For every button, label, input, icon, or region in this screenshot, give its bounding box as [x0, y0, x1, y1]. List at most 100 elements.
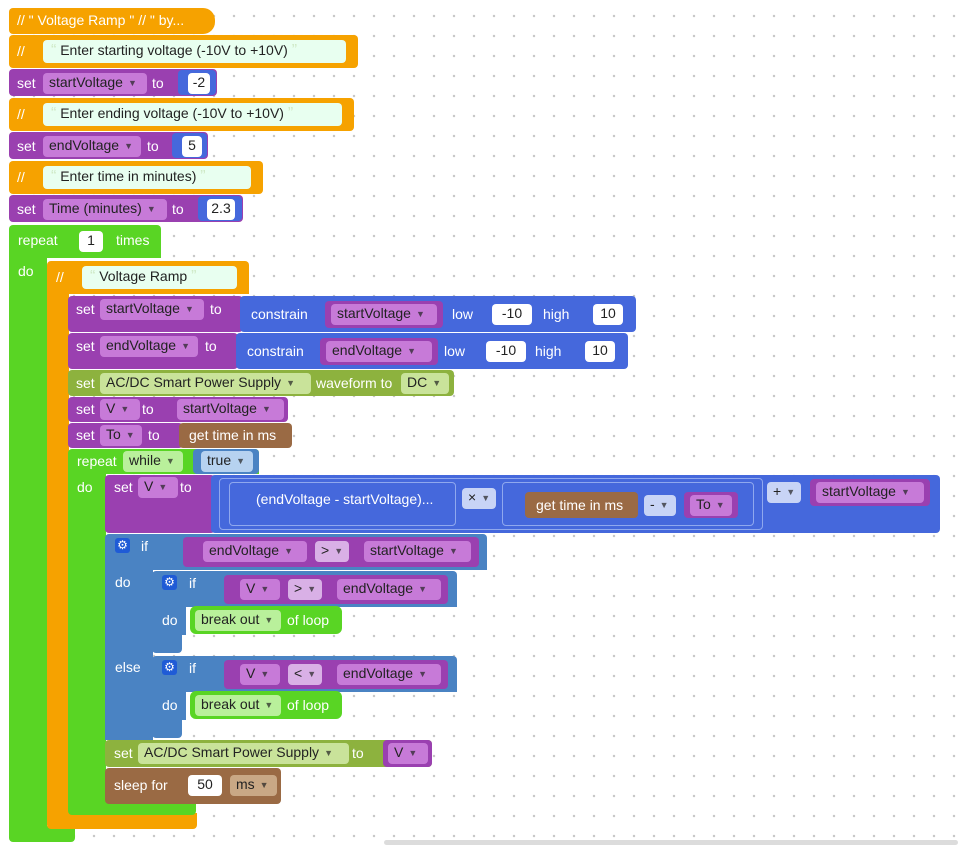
chevron-down-icon: ▼	[260, 669, 270, 679]
horizontal-scrollbar[interactable]	[384, 840, 958, 845]
high-value-field[interactable]: 10	[593, 304, 623, 325]
if-label: if	[141, 538, 148, 554]
var-dropdown-start-voltage[interactable]: startVoltage ▼	[364, 541, 471, 562]
if-block-foot	[152, 718, 182, 738]
comment-text: Enter starting voltage (-10V to +10V)	[60, 42, 288, 58]
if-block-foot	[152, 633, 182, 653]
quote-open-icon: “	[51, 105, 57, 122]
var-dropdown-v[interactable]: V ▼	[100, 399, 140, 420]
repeat-label: repeat	[77, 453, 117, 469]
time-value-field[interactable]: 2.3	[207, 199, 235, 220]
comment-string-voltage-ramp[interactable]: “ Voltage Ramp ”	[82, 266, 237, 289]
get-time-label: get time in ms	[189, 427, 277, 443]
quote-open-icon: “	[90, 268, 96, 285]
to-label: to	[148, 427, 160, 443]
do-label: do	[162, 697, 178, 713]
var-dropdown-v[interactable]: V ▼	[388, 743, 428, 764]
chevron-down-icon: ▼	[181, 341, 190, 351]
chevron-down-icon: ▼	[261, 404, 271, 414]
set-label: set	[76, 401, 95, 417]
var-dropdown-end-voltage[interactable]: endVoltage ▼	[100, 336, 198, 357]
gear-icon[interactable]: ⚙	[115, 538, 130, 553]
set-label: set	[76, 301, 95, 317]
high-value-field[interactable]: 10	[585, 341, 615, 362]
repeat-mode-dropdown[interactable]: while ▼	[123, 451, 183, 472]
var-dropdown-to[interactable]: To ▼	[690, 495, 732, 516]
var-dropdown-start-voltage[interactable]: startVoltage ▼	[100, 299, 204, 320]
chevron-down-icon: ▼	[432, 378, 442, 388]
var-dropdown-to[interactable]: To ▼	[100, 425, 142, 446]
var-dropdown-end-voltage[interactable]: endVoltage ▼	[203, 541, 307, 562]
var-dropdown-end-voltage[interactable]: endVoltage ▼	[337, 579, 441, 600]
set-label: set	[76, 375, 95, 391]
var-dropdown-start-voltage[interactable]: startVoltage ▼	[177, 399, 284, 420]
var-dropdown-start-voltage[interactable]: startVoltage ▼	[43, 73, 147, 94]
chevron-down-icon: ▼	[418, 584, 427, 594]
comment-text: Enter time in minutes)	[60, 168, 197, 184]
var-dropdown-v[interactable]: V ▼	[240, 664, 280, 685]
end-voltage-value-field[interactable]: 5	[182, 136, 202, 157]
comment-string-start-voltage[interactable]: “ Enter starting voltage (-10V to +10V) …	[43, 40, 346, 63]
to-label: to	[147, 138, 159, 154]
of-loop-label: of loop	[287, 612, 330, 628]
var-dropdown-end-voltage[interactable]: endVoltage ▼	[43, 136, 141, 157]
multiply-operator-dropdown[interactable]: × ▼	[462, 488, 496, 509]
chevron-down-icon: ▼	[418, 669, 427, 679]
of-loop-label: of loop	[287, 697, 330, 713]
add-operator-dropdown[interactable]: + ▼	[767, 482, 801, 503]
to-label: to	[180, 479, 192, 495]
comment-section-arm	[47, 292, 69, 815]
waveform-dropdown[interactable]: DC ▼	[401, 373, 449, 394]
chevron-down-icon: ▼	[448, 546, 458, 556]
sleep-value-field[interactable]: 50	[188, 775, 222, 796]
device-dropdown[interactable]: AC/DC Smart Power Supply ▼	[138, 743, 349, 764]
to-label: to	[152, 75, 164, 91]
low-value-field[interactable]: -10	[492, 304, 532, 325]
chevron-down-icon: ▼	[481, 493, 491, 503]
quote-open-icon: “	[51, 168, 57, 185]
subtract-operator-dropdown[interactable]: - ▼	[644, 495, 676, 516]
break-dropdown[interactable]: break out ▼	[195, 610, 281, 631]
chevron-down-icon: ▼	[408, 748, 418, 758]
constrain-arg-dropdown[interactable]: startVoltage ▼	[331, 304, 437, 325]
repeat-while-arm	[68, 472, 106, 804]
gear-icon[interactable]: ⚙	[162, 660, 177, 675]
compare-operator-dropdown[interactable]: < ▼	[288, 664, 322, 685]
device-dropdown[interactable]: AC/DC Smart Power Supply ▼	[100, 373, 311, 394]
chevron-down-icon: ▼	[236, 456, 246, 466]
chevron-down-icon: ▼	[415, 309, 425, 319]
low-label: low	[452, 306, 474, 322]
high-label: high	[543, 306, 570, 322]
low-value-field[interactable]: -10	[486, 341, 526, 362]
chevron-down-icon: ▼	[146, 204, 156, 214]
waveform-label: waveform to	[316, 375, 393, 391]
set-label: set	[76, 338, 95, 354]
var-dropdown-time[interactable]: Time (minutes) ▼	[43, 199, 167, 220]
gear-icon[interactable]: ⚙	[162, 575, 177, 590]
var-dropdown-v[interactable]: V ▼	[240, 579, 280, 600]
constrain-label: constrain	[247, 343, 304, 359]
do-label: do	[77, 479, 93, 495]
compare-operator-dropdown[interactable]: > ▼	[315, 541, 349, 562]
comment-string-time[interactable]: “ Enter time in minutes) ”	[43, 166, 251, 189]
chevron-down-icon: ▼	[900, 487, 910, 497]
start-voltage-value-field[interactable]: -2	[188, 73, 210, 94]
repeat-count-field[interactable]: 1	[79, 231, 103, 252]
chevron-down-icon: ▼	[184, 304, 194, 314]
sleep-unit-dropdown[interactable]: ms ▼	[230, 775, 277, 796]
quote-close-icon: ”	[291, 42, 298, 59]
constrain-arg-dropdown[interactable]: endVoltage ▼	[326, 341, 432, 362]
break-dropdown[interactable]: break out ▼	[195, 695, 281, 716]
var-dropdown-start-voltage[interactable]: startVoltage ▼	[816, 482, 924, 503]
var-dropdown-v[interactable]: V ▼	[138, 477, 178, 498]
var-dropdown-end-voltage[interactable]: endVoltage ▼	[337, 664, 441, 685]
chevron-down-icon: ▼	[124, 141, 133, 151]
chevron-down-icon: ▼	[286, 378, 295, 388]
comment-string-end-voltage[interactable]: “ Enter ending voltage (-10V to +10V) ”	[43, 103, 342, 126]
true-dropdown[interactable]: true ▼	[201, 451, 253, 472]
compare-operator-dropdown[interactable]: > ▼	[288, 579, 322, 600]
do-label: do	[162, 612, 178, 628]
set-label: set	[114, 745, 133, 761]
do-label: do	[115, 574, 131, 590]
chevron-down-icon: ▼	[307, 584, 317, 594]
